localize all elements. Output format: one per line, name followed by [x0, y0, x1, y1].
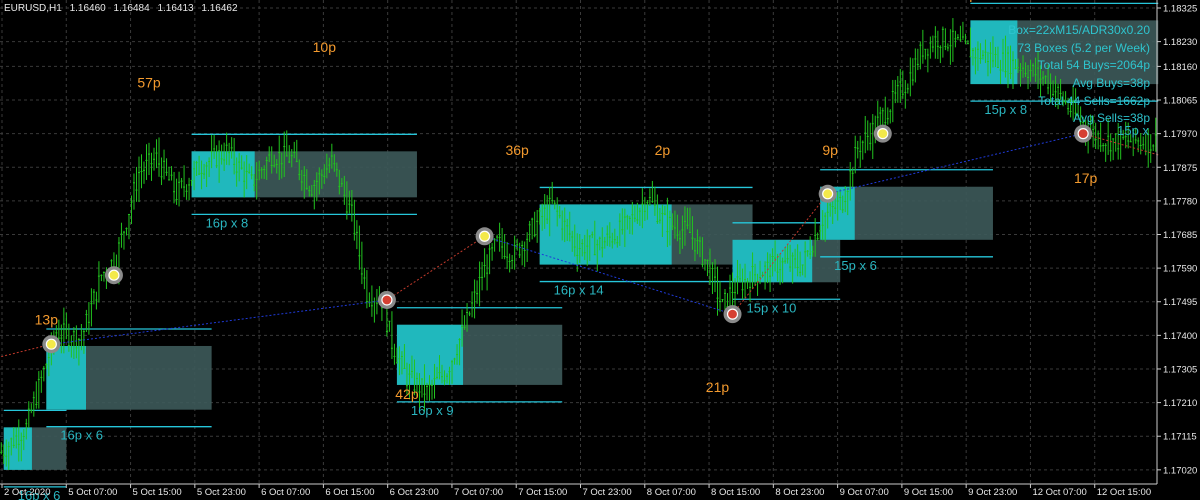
price-axis: 1.18325 1.18230 1.18160 1.18065 1.17970 1.178…	[1156, 0, 1197, 484]
stat-avg-buys: Avg Buys=38p	[1072, 76, 1150, 91]
price-tick-label: 1.17875	[1163, 163, 1197, 174]
time-tick-label: 5 Oct 23:00	[197, 487, 246, 498]
box-size-label: 15p x 6	[834, 258, 877, 273]
box-size-label: 16p x 9	[411, 403, 454, 418]
price-tick-label: 1.17305	[1163, 364, 1197, 375]
stat-total-sells: Total 44 Sells=1662p	[1038, 93, 1150, 108]
time-tick-label: 5 Oct 15:00	[133, 487, 182, 498]
time-tick-label: 6 Oct 23:00	[390, 487, 439, 498]
price-tick-label: 1.18160	[1163, 62, 1197, 73]
profit-label: 17p	[1074, 170, 1098, 186]
buy-arrow-icon	[877, 128, 889, 140]
time-tick-label: 12 Oct 15:00	[1097, 487, 1151, 498]
time-tick-label: 6 Oct 15:00	[325, 487, 374, 498]
symbol-label: EURUSD,H1	[4, 3, 62, 14]
time-axis: 2 Oct 2020 5 Oct 07:00 5 Oct 15:00 5 Oct 23…	[0, 483, 1157, 498]
box-size-label: 16p x 14	[554, 283, 604, 298]
price-tick-label: 1.18065	[1163, 96, 1197, 107]
time-tick-label: 8 Oct 07:00	[647, 487, 696, 498]
stat-box-count: 73 Boxes (5.2 per Week)	[1017, 40, 1150, 55]
profit-label: 57p	[137, 75, 161, 91]
time-tick-label: 7 Oct 15:00	[518, 487, 567, 498]
stat-box-config: Box=22xM15/ADR30x0.20	[1008, 23, 1150, 37]
profit-label: 42p	[395, 386, 419, 402]
price-tick-label: 1.17210	[1163, 398, 1197, 409]
time-tick-label: 2 Oct 2020	[4, 487, 50, 498]
close-price: 1.16462	[201, 3, 238, 14]
profit-label: 36p	[505, 142, 529, 158]
stats-panel: Box=22xM15/ADR30x0.20 73 Boxes (5.2 per …	[1008, 22, 1150, 128]
trend-line	[51, 299, 387, 345]
open-price: 1.16460	[69, 3, 106, 14]
time-tick-label: 7 Oct 07:00	[454, 487, 503, 498]
low-price: 1.16413	[157, 3, 194, 14]
box-active-zone	[46, 345, 86, 410]
high-price: 1.16484	[113, 3, 150, 14]
box-size-label: 16p x 6	[60, 428, 103, 443]
profit-label: 2p	[655, 142, 671, 158]
stat-total-buys: Total 54 Buys=2064p	[1037, 58, 1150, 73]
price-tick-label: 1.17970	[1163, 129, 1197, 140]
buy-arrow-icon	[108, 269, 120, 281]
profit-label: 21p	[706, 379, 730, 395]
profit-label: 9p	[822, 142, 838, 158]
buy-arrow-icon	[478, 230, 491, 242]
time-tick-label: 9 Oct 07:00	[840, 487, 889, 498]
trade-boxes	[3, 2, 1159, 488]
time-tick-label: 8 Oct 15:00	[711, 487, 760, 498]
price-tick-label: 1.18325	[1163, 4, 1197, 15]
time-tick-label: 12 Oct 07:00	[1032, 487, 1086, 498]
sell-arrow-icon	[381, 294, 393, 306]
time-tick-label: 9 Oct 15:00	[904, 487, 953, 498]
stat-avg-sells: Avg Sells=38p	[1073, 111, 1150, 126]
sell-arrow-icon	[726, 308, 739, 320]
trend-line	[827, 133, 1084, 195]
profit-label: 45p	[954, 0, 978, 2]
chart-header: EURUSD,H1 1.16460 1.16484 1.16413 1.1646…	[4, 3, 243, 14]
time-tick-label: 5 Oct 07:00	[68, 487, 117, 498]
price-tick-label: 1.17780	[1163, 196, 1197, 207]
price-tick-label: 1.17115	[1163, 432, 1197, 443]
price-tick-label: 1.17400	[1163, 331, 1197, 342]
time-tick-label: 8 Oct 23:00	[775, 487, 824, 498]
box-active-zone	[3, 427, 32, 470]
sell-arrow-icon	[1077, 128, 1089, 140]
price-tick-label: 1.17685	[1163, 230, 1197, 241]
buy-arrow-icon	[45, 338, 57, 350]
buy-arrow-icon	[822, 188, 834, 200]
price-tick-label: 1.18230	[1163, 37, 1197, 48]
profit-label: 10p	[313, 39, 337, 55]
time-tick-label: 9 Oct 23:00	[968, 487, 1017, 498]
box-size-label: 16p x 8	[206, 215, 249, 230]
time-tick-label: 7 Oct 23:00	[583, 487, 632, 498]
price-tick-label: 1.17020	[1163, 465, 1197, 476]
price-tick-label: 1.17590	[1163, 264, 1197, 275]
profit-label: 13p	[35, 312, 59, 328]
box-active-zone	[191, 151, 255, 198]
time-tick-label: 6 Oct 07:00	[261, 487, 310, 498]
price-tick-label: 1.17495	[1163, 297, 1197, 308]
box-size-label: 15p x 10	[747, 300, 797, 315]
